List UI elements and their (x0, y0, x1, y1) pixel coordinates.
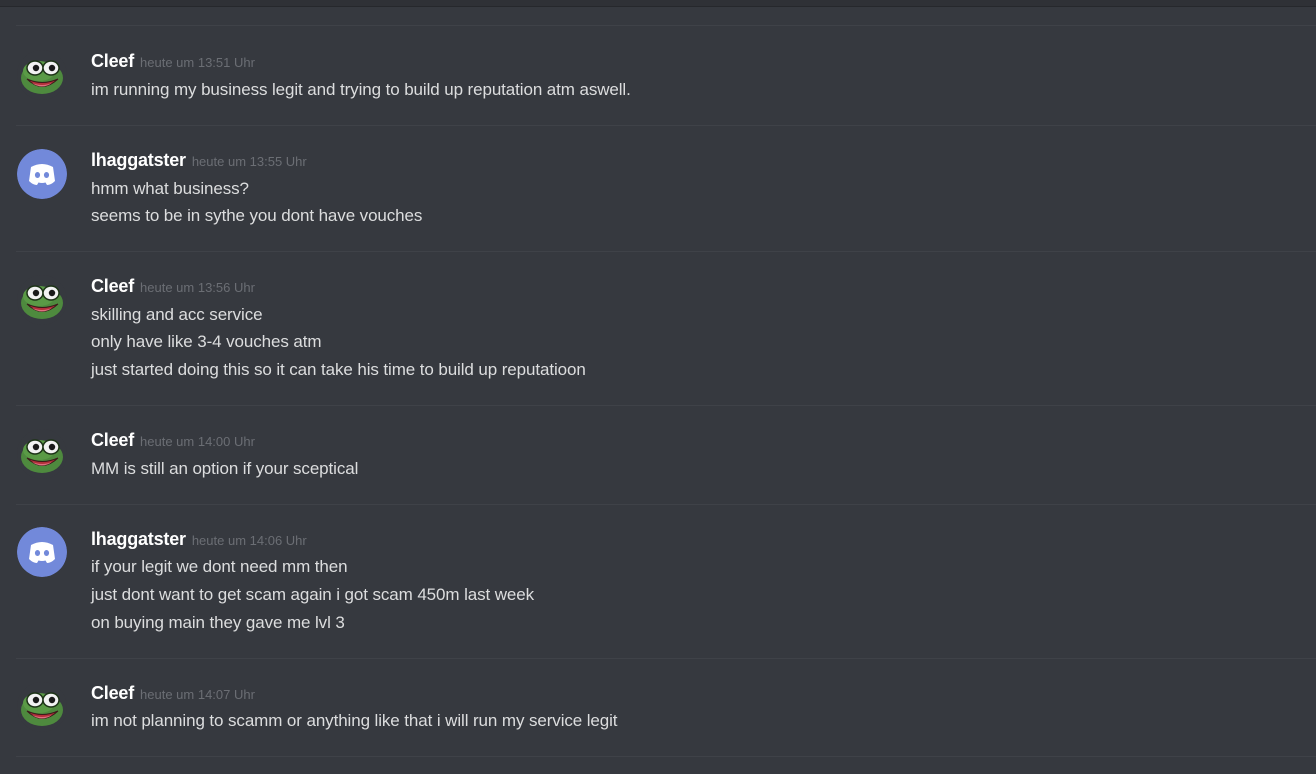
message-divider (16, 25, 1316, 26)
message-text: just started doing this so it can take h… (91, 360, 586, 379)
message-text: seems to be in sythe you dont have vouch… (91, 206, 423, 225)
message-text: only have like 3-4 vouches atm (91, 332, 322, 351)
message-divider (16, 504, 1316, 505)
avatar[interactable] (17, 429, 67, 479)
message-text: on buying main they gave me lvl 3 (91, 613, 345, 632)
message-text: just dont want to get scam again i got s… (91, 585, 535, 604)
pepe-frog-icon (17, 275, 67, 325)
message-divider (16, 658, 1316, 659)
message-divider (16, 756, 1316, 757)
pepe-frog-icon (17, 429, 67, 479)
timestamp: heute um 13:51 Uhr (140, 55, 255, 70)
message-text: hmm what business? (91, 179, 249, 198)
timestamp: heute um 14:07 Uhr (140, 687, 255, 702)
avatar[interactable] (17, 275, 67, 325)
message-text: skilling and acc service (91, 305, 263, 324)
avatar[interactable] (17, 50, 67, 100)
message-divider (16, 125, 1316, 126)
timestamp: heute um 14:06 Uhr (191, 533, 307, 548)
pepe-frog-icon (17, 682, 67, 732)
avatar[interactable] (17, 682, 67, 732)
timestamp: heute um 13:56 Uhr (140, 280, 255, 295)
top-edge (0, 0, 1316, 7)
pepe-frog-icon (17, 50, 67, 100)
avatar[interactable] (17, 527, 67, 577)
timestamp: heute um 13:55 Uhr (191, 154, 307, 169)
username[interactable]: Cleef (91, 51, 134, 71)
message-text: if your legit we dont need mm then (91, 557, 348, 576)
avatar[interactable] (17, 149, 67, 199)
timestamp: heute um 14:00 Uhr (140, 434, 255, 449)
username[interactable]: lhaggatster (91, 529, 186, 549)
message-divider (16, 405, 1316, 406)
discord-logo-icon (17, 149, 67, 199)
message-list[interactable]: Cleef heute um 13:51 Uhr im running my bu… (0, 7, 1316, 774)
username[interactable]: Cleef (91, 683, 134, 703)
discord-logo-icon (17, 527, 67, 577)
chat-window: Cleef heute um 13:51 Uhr im running my bu… (0, 0, 1316, 774)
message-text: im running my business legit and trying … (91, 80, 631, 99)
username[interactable]: lhaggatster (91, 150, 186, 170)
message-text: im not planning to scamm or anything lik… (91, 711, 618, 730)
username[interactable]: Cleef (91, 276, 134, 296)
message-divider (16, 251, 1316, 252)
username[interactable]: Cleef (91, 430, 134, 450)
message-text: MM is still an option if your sceptical (91, 459, 359, 478)
